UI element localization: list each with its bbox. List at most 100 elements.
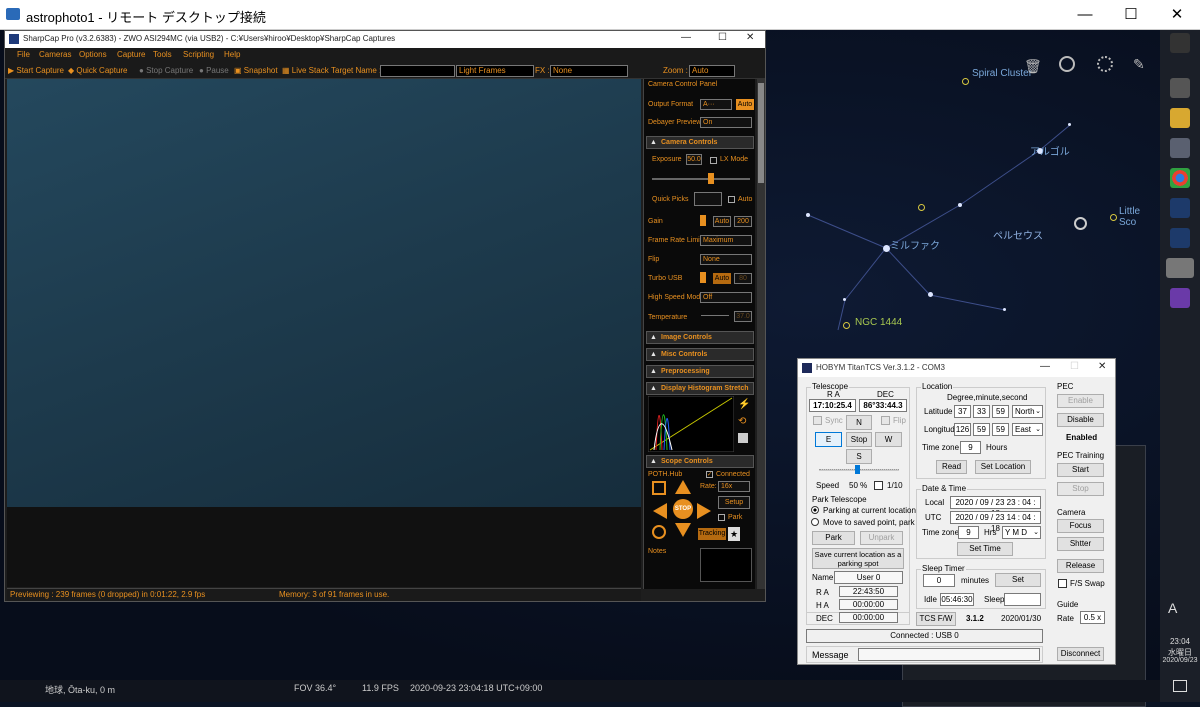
pec-stop-button[interactable]: Stop bbox=[1057, 482, 1104, 496]
pec-enable-button[interactable]: Enable bbox=[1057, 394, 1104, 408]
reset-icon[interactable]: ⟲ bbox=[738, 416, 746, 427]
set-time-button[interactable]: Set Time bbox=[957, 542, 1013, 556]
start-capture-button[interactable]: ▶ Start Capture bbox=[8, 66, 64, 75]
live-stack-button[interactable]: ▦ Live Stack bbox=[282, 66, 329, 75]
font-icon[interactable]: A bbox=[1168, 600, 1177, 616]
menu-tools[interactable]: Tools bbox=[153, 50, 172, 59]
scrollbar-thumb[interactable] bbox=[758, 83, 764, 183]
quick-picks-auto-checkbox[interactable] bbox=[728, 196, 735, 203]
gain-slider-thumb[interactable] bbox=[700, 215, 706, 226]
menu-options[interactable]: Options bbox=[79, 50, 107, 59]
app-icon-active[interactable] bbox=[1166, 258, 1194, 278]
speed-slider-thumb[interactable] bbox=[855, 465, 860, 474]
turbo-auto-button[interactable]: Auto bbox=[713, 273, 731, 284]
speed-1-10-checkbox[interactable] bbox=[874, 481, 883, 490]
fx-select[interactable]: None bbox=[550, 65, 628, 77]
output-format-select[interactable]: A··· bbox=[700, 99, 732, 110]
park-current-radio[interactable] bbox=[811, 506, 819, 514]
output-auto-button[interactable]: Auto bbox=[736, 99, 754, 110]
unpark-button[interactable]: Unpark bbox=[860, 531, 903, 545]
move-south-button[interactable] bbox=[675, 523, 691, 537]
terminal-icon[interactable] bbox=[1170, 78, 1190, 98]
tcs-close-button[interactable]: ✕ bbox=[1098, 361, 1106, 372]
move-north-button[interactable] bbox=[675, 480, 691, 494]
move-east-button[interactable] bbox=[653, 503, 667, 519]
tracking-button[interactable]: Tracking bbox=[698, 528, 726, 540]
histogram-header[interactable]: Display Histogram Stretch bbox=[646, 382, 754, 395]
star[interactable] bbox=[1003, 308, 1006, 311]
east-button[interactable]: E bbox=[815, 432, 842, 447]
sc-maximize-button[interactable]: ☐ bbox=[718, 32, 727, 43]
wrench-icon[interactable]: ✎ bbox=[1133, 56, 1145, 73]
turbo-slider-thumb[interactable] bbox=[700, 272, 706, 283]
read-button[interactable]: Read bbox=[936, 460, 967, 474]
dso-marker-ngc1444[interactable] bbox=[843, 322, 850, 329]
north-button[interactable]: N bbox=[846, 415, 872, 430]
exposure-slider[interactable] bbox=[652, 178, 750, 180]
fs-swap-checkbox[interactable] bbox=[1058, 579, 1067, 588]
latitude-sec[interactable]: 59 bbox=[992, 405, 1009, 418]
latitude-deg[interactable]: 37 bbox=[954, 405, 971, 418]
release-button[interactable]: Release bbox=[1057, 559, 1104, 573]
lx-mode-checkbox[interactable] bbox=[710, 157, 717, 164]
save-parking-button[interactable]: Save current location as a parking spot bbox=[812, 548, 904, 569]
dso-marker[interactable] bbox=[1110, 214, 1117, 221]
star[interactable] bbox=[958, 203, 962, 207]
latitude-min[interactable]: 33 bbox=[973, 405, 990, 418]
notes-textarea[interactable] bbox=[700, 548, 752, 582]
turbo-value[interactable]: 80 bbox=[734, 273, 752, 284]
snapshot-button[interactable]: ▣ Snapshot bbox=[234, 66, 278, 75]
scope-controls-header[interactable]: Scope Controls bbox=[646, 455, 754, 468]
timezone-field[interactable]: 9 bbox=[960, 441, 981, 454]
quick-capture-button[interactable]: ◆ Quick Capture bbox=[68, 66, 128, 75]
set-location-button[interactable]: Set Location bbox=[975, 460, 1031, 474]
stop-button[interactable]: STOP bbox=[673, 499, 693, 519]
spiral-icon[interactable] bbox=[652, 481, 666, 495]
grid-icon[interactable] bbox=[1170, 33, 1190, 53]
save-icon[interactable] bbox=[738, 433, 748, 443]
disconnect-button[interactable]: Disconnect bbox=[1057, 647, 1104, 661]
focus-button[interactable]: Focus bbox=[1057, 519, 1104, 533]
image-controls-header[interactable]: Image Controls bbox=[646, 331, 754, 344]
pec-start-button[interactable]: Start bbox=[1057, 463, 1104, 477]
app-icon[interactable] bbox=[1170, 138, 1190, 158]
frame-type-select[interactable]: Light Frames bbox=[456, 65, 534, 77]
sc-close-button[interactable]: ✕ bbox=[746, 32, 754, 43]
star[interactable] bbox=[928, 292, 933, 297]
star[interactable] bbox=[1068, 123, 1071, 126]
sync-checkbox[interactable] bbox=[813, 416, 822, 425]
sleep-minutes-field[interactable]: 0 bbox=[923, 574, 955, 587]
longitude-sec[interactable]: 59 bbox=[992, 423, 1009, 436]
app-icon[interactable] bbox=[1170, 198, 1190, 218]
star-mirfak[interactable] bbox=[883, 245, 890, 252]
trash-icon[interactable]: 🗑 bbox=[1024, 58, 1042, 75]
latitude-dir-select[interactable]: North ⌄ bbox=[1012, 405, 1043, 418]
quick-picks-select[interactable] bbox=[694, 192, 722, 206]
dso-marker[interactable] bbox=[918, 204, 925, 211]
camera-controls-header[interactable]: Camera Controls bbox=[646, 136, 754, 149]
lightning-icon[interactable]: ⚡ bbox=[738, 399, 750, 410]
park-button[interactable]: Park bbox=[812, 531, 855, 545]
park-checkbox[interactable] bbox=[718, 514, 725, 521]
chrome-icon[interactable] bbox=[1170, 168, 1190, 188]
app-icon[interactable] bbox=[1170, 228, 1190, 248]
histogram-chart[interactable] bbox=[648, 396, 734, 452]
connected-checkbox[interactable]: ✓ bbox=[706, 471, 713, 478]
panel-scrollbar[interactable] bbox=[757, 79, 765, 589]
preprocessing-header[interactable]: Preprocessing bbox=[646, 365, 754, 378]
timezone2-field[interactable]: 9 bbox=[958, 526, 979, 539]
stop-capture-button[interactable]: ● Stop Capture bbox=[139, 66, 193, 75]
star-icon[interactable]: ★ bbox=[728, 527, 740, 541]
flip-checkbox[interactable] bbox=[881, 416, 890, 425]
guide-rate-value[interactable]: 0.5 x bbox=[1080, 611, 1105, 624]
debayer-select[interactable]: On bbox=[700, 117, 752, 128]
tcs-fw-button[interactable]: TCS F/W bbox=[916, 612, 956, 626]
park-saved-radio[interactable] bbox=[811, 518, 819, 526]
target-icon[interactable] bbox=[652, 525, 666, 539]
maximize-button[interactable]: ☐ bbox=[1108, 0, 1154, 30]
notification-icon[interactable] bbox=[1173, 680, 1187, 692]
longitude-deg[interactable]: 126 bbox=[954, 423, 971, 436]
sc-minimize-button[interactable]: — bbox=[681, 32, 691, 43]
camera-preview[interactable] bbox=[7, 79, 641, 507]
menu-file[interactable]: File bbox=[17, 50, 30, 59]
